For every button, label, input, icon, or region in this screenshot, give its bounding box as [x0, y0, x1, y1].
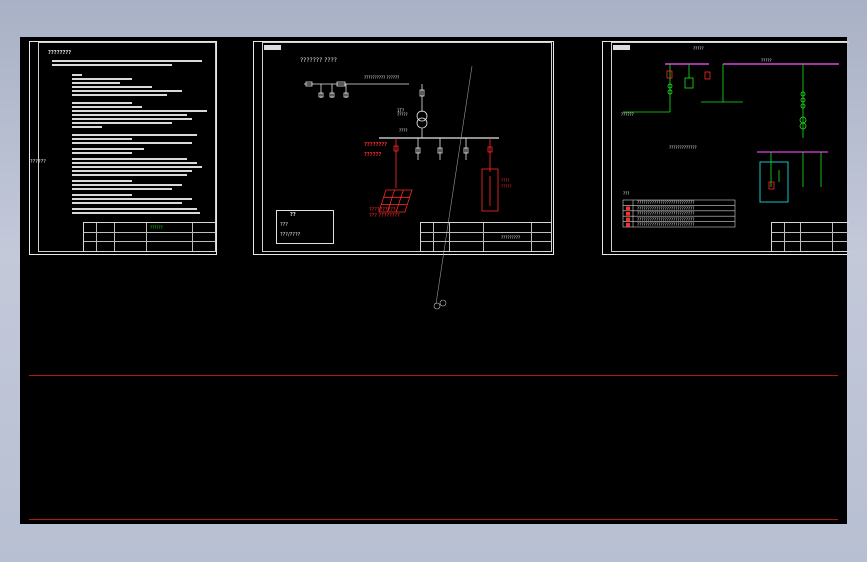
- legend-title: ??: [290, 212, 296, 218]
- table-row-2: ???????????????????????????: [637, 205, 695, 211]
- legend-item-1: ???: [280, 222, 288, 228]
- table-row-1: ???????????????????????????: [637, 200, 695, 205]
- title-block-code: ?????????: [501, 235, 521, 240]
- drawing-sheet-notes[interactable]: ???????? ?????? ??????: [29, 41, 217, 255]
- title-block-code: ??????: [150, 225, 163, 230]
- title-block: [771, 222, 849, 252]
- drawing-sheet-wiring[interactable]: ????? ?????? ????????????? ??? ????? ???…: [602, 41, 849, 255]
- notes-title: ????????: [48, 50, 72, 56]
- table-row-4: ???????????????????????????: [637, 216, 695, 222]
- guide-line-lower: [29, 519, 838, 520]
- legend-item-2: ???/????: [280, 232, 301, 238]
- title-block: ??????: [83, 222, 216, 252]
- table-row-5: ???????????????????????????: [637, 222, 695, 227]
- title-block: ?????????: [420, 222, 552, 252]
- drawing-sheet-single-line[interactable]: ??????? ???? ?????????? ?????? 1T? ?????…: [253, 41, 554, 310]
- drawing-canvas[interactable]: ???????? ?????? ?????? ??????? ???? ????…: [20, 37, 849, 524]
- sheet-frame: [38, 42, 216, 252]
- side-label: ??????: [30, 159, 46, 165]
- guide-line-upper: [29, 375, 838, 376]
- legend-box: ?? ??? ???/????: [276, 210, 334, 244]
- table-row-3: ???????????????????????????: [637, 211, 695, 216]
- top-label: ?????: [693, 46, 704, 51]
